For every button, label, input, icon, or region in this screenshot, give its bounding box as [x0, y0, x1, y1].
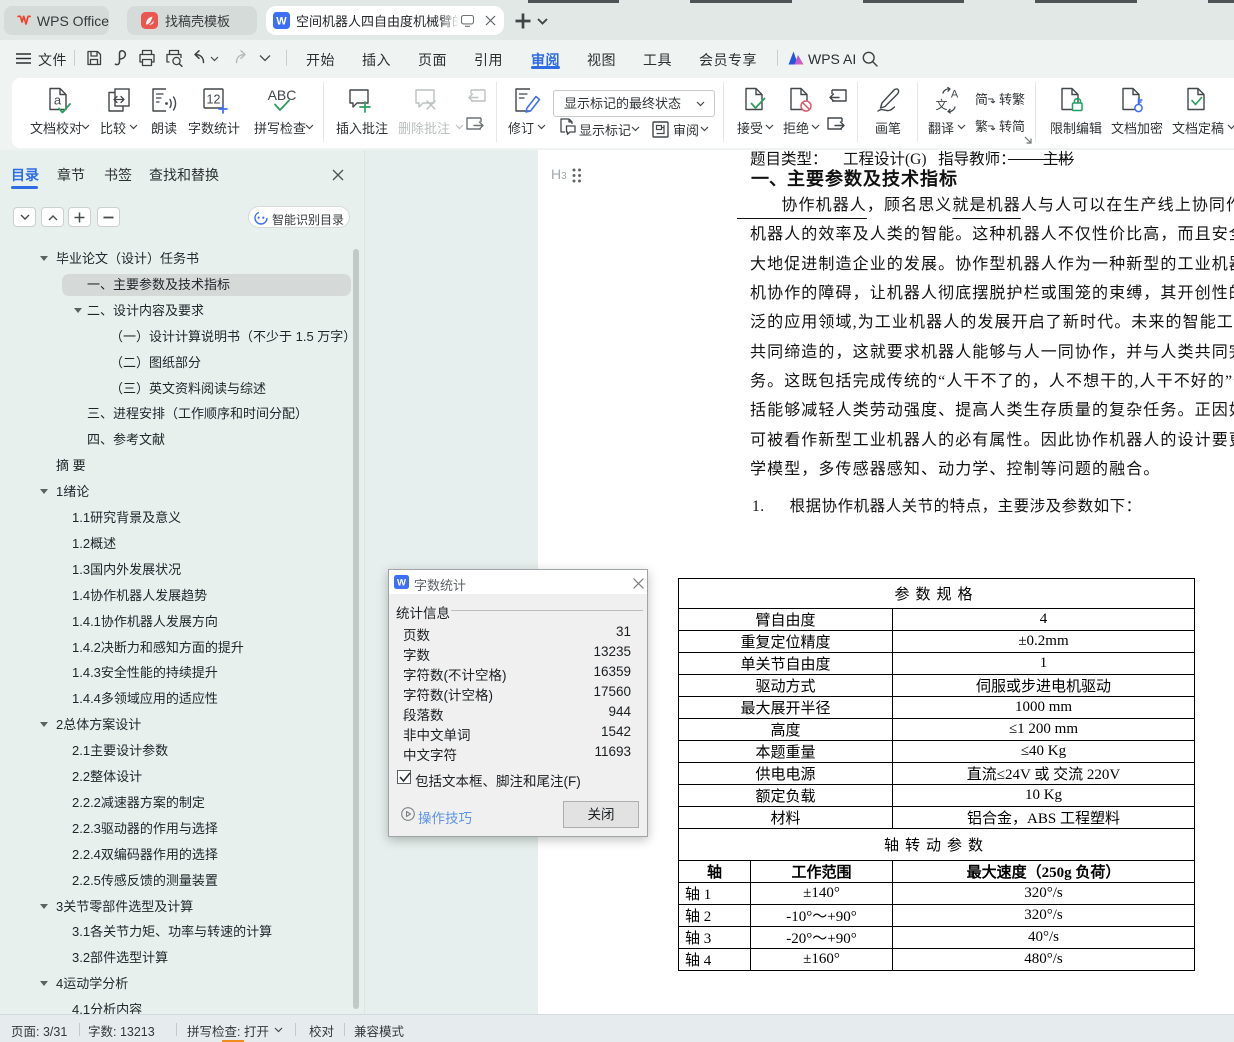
svg-text:W: W	[276, 16, 287, 28]
svg-text:12: 12	[207, 93, 221, 107]
svg-text:A: A	[951, 89, 959, 101]
svg-text:ABC: ABC	[268, 87, 297, 103]
svg-text:a: a	[54, 93, 62, 108]
svg-text:文: 文	[936, 97, 948, 112]
svg-text:W: W	[397, 578, 406, 589]
